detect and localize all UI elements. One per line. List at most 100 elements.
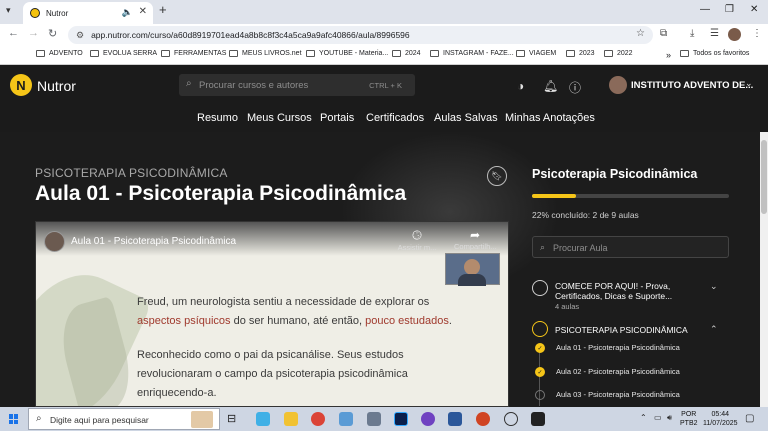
notifications-icon[interactable]: ▢: [745, 413, 754, 424]
download-icon[interactable]: ⤓: [690, 28, 694, 39]
presenter-body: [458, 274, 486, 286]
chrome-icon[interactable]: [311, 412, 325, 426]
sidebar-course-title: Psicoterapia Psicodinâmica: [532, 167, 698, 181]
profile-avatar[interactable]: [728, 28, 741, 41]
calculator-icon[interactable]: [367, 412, 381, 426]
nutror-logo-icon[interactable]: N: [10, 74, 32, 96]
chevron-down-icon[interactable]: ⌄: [745, 78, 753, 89]
url-text: app.nutror.com/curso/a60d8919701ead4a8b8…: [91, 30, 410, 40]
bookmark-item[interactable]: INSTAGRAM - FAZE...: [430, 50, 514, 57]
reload-icon[interactable]: ↻: [48, 27, 57, 40]
forward-icon[interactable]: →: [28, 27, 39, 39]
nav-resumo[interactable]: Resumo: [197, 112, 238, 124]
search-icon: ⌕: [540, 242, 546, 252]
folder-icon: [90, 50, 99, 57]
language-indicator[interactable]: POR PTB2: [680, 410, 698, 428]
taskbar-search-input[interactable]: ⌕ Digite aqui para pesquisar: [28, 408, 220, 430]
bookmark-item[interactable]: 2024: [392, 50, 421, 57]
more-bookmarks-icon[interactable]: »: [666, 50, 671, 60]
folder-icon: [229, 50, 238, 57]
tab-close-icon[interactable]: ✕: [139, 6, 147, 17]
nav-minhas-anotacoes[interactable]: Minhas Anotações: [505, 112, 595, 124]
taskbar-clock[interactable]: 05:44 11/07/2025: [703, 410, 738, 428]
course-search-input[interactable]: ⌕ Procurar cursos e autores CTRL + K: [179, 74, 415, 96]
module-status-icon: [532, 280, 548, 296]
windows-taskbar: ⌕ Digite aqui para pesquisar ⊟ ⌃ ▭ 🔊︎ PO…: [0, 407, 768, 431]
photoshop-icon[interactable]: [394, 412, 408, 426]
app-icon[interactable]: [531, 412, 545, 426]
app-icon[interactable]: [339, 412, 353, 426]
new-tab-icon[interactable]: +: [159, 2, 167, 17]
nav-certificados[interactable]: Certificados: [366, 112, 424, 124]
bookmark-item[interactable]: YOUTUBE - Materia...: [306, 50, 388, 57]
word-icon[interactable]: [448, 412, 462, 426]
bookmark-item[interactable]: ADVENTO: [36, 50, 83, 57]
presenter-face: [464, 259, 480, 275]
brand-name[interactable]: Nutror: [37, 78, 76, 94]
restore-icon[interactable]: ❐: [725, 4, 734, 15]
windows-start-icon[interactable]: [9, 414, 19, 424]
address-bar[interactable]: ⚙ app.nutror.com/curso/a60d8919701ead4a8…: [68, 26, 653, 44]
notification-bell-icon[interactable]: 🔔︎: [543, 79, 558, 93]
share-button[interactable]: ➦ Compartilh...: [454, 228, 496, 251]
help-icon[interactable]: ⓘ: [569, 79, 581, 96]
chevron-up-icon[interactable]: ⌃: [710, 324, 718, 335]
module-comece-por-aqui[interactable]: COMECE POR AQUI! - Prova, Certificados, …: [532, 280, 729, 312]
powerpoint-icon[interactable]: [476, 412, 490, 426]
app-icon[interactable]: [421, 412, 435, 426]
lesson-item[interactable]: ✓ Aula 01 - Psicoterapia Psicodinâmica: [532, 340, 729, 356]
module-psicoterapia[interactable]: PSICOTERAPIA PSICODINÂMICA ⌃: [532, 321, 729, 339]
browser-tab[interactable]: Nutror 🔈 ✕: [23, 2, 153, 24]
slide-text: enriquecendo-a.: [137, 387, 217, 399]
lesson-item-label: Aula 02 - Psicoterapia Psicodinâmica: [556, 367, 680, 376]
save-lesson-icon[interactable]: 🔖︎: [487, 166, 507, 186]
video-player[interactable]: Aula 01 - Psicoterapia Psicodinâmica 🕓︎ …: [35, 221, 509, 407]
theme-toggle-icon[interactable]: ◑: [517, 79, 524, 93]
channel-avatar[interactable]: [44, 231, 65, 252]
file-explorer-icon[interactable]: [284, 412, 298, 426]
window-close-icon[interactable]: ✕: [750, 4, 758, 15]
scrollbar-thumb[interactable]: [761, 140, 767, 214]
app-icon[interactable]: [504, 412, 518, 426]
task-view-icon[interactable]: ⊟: [227, 412, 241, 426]
nav-portais[interactable]: Portais: [320, 112, 354, 124]
reading-list-icon[interactable]: ☰: [710, 28, 719, 39]
browser-tab-strip: ▾ Nutror 🔈 ✕ + — ❐ ✕: [0, 0, 768, 24]
site-info-icon[interactable]: ⚙: [76, 30, 84, 41]
network-icon[interactable]: ▭: [654, 413, 662, 422]
nutror-favicon-icon: [30, 8, 40, 18]
lesson-item[interactable]: Aula 03 - Psicoterapia Psicodinâmica: [532, 387, 729, 403]
account-name[interactable]: INSTITUTO ADVENTO DE...: [631, 80, 753, 91]
page-scrollbar[interactable]: [760, 132, 768, 407]
tray-overflow-icon[interactable]: ⌃: [640, 413, 647, 422]
back-icon[interactable]: ←: [8, 27, 19, 39]
share-icon: ➦: [469, 228, 481, 242]
volume-icon[interactable]: 🔊︎: [667, 413, 672, 423]
bookmark-item[interactable]: MEUS LIVROS.net: [229, 50, 302, 57]
lesson-search-input[interactable]: ⌕ Procurar Aula: [532, 236, 729, 258]
bookmark-item[interactable]: FERRAMENTAS: [161, 50, 226, 57]
copilot-icon[interactable]: [256, 412, 270, 426]
bookmark-item[interactable]: 2022: [604, 50, 633, 57]
nav-meus-cursos[interactable]: Meus Cursos: [247, 112, 312, 124]
tab-search-icon[interactable]: ▾: [6, 5, 11, 16]
all-bookmarks[interactable]: Todos os favoritos: [680, 50, 749, 57]
video-title[interactable]: Aula 01 - Psicoterapia Psicodinâmica: [71, 236, 236, 247]
bookmark-item[interactable]: 2023: [566, 50, 595, 57]
nav-aulas-salvas[interactable]: Aulas Salvas: [434, 112, 498, 124]
search-icon: ⌕: [186, 78, 192, 89]
account-avatar[interactable]: [609, 76, 627, 94]
bookmark-item[interactable]: EVOLUA SERRA: [90, 50, 157, 57]
slide-text: Freud, um neurologista sentiu a necessid…: [137, 296, 430, 308]
check-icon: ✓: [535, 343, 545, 353]
watch-later-button[interactable]: 🕓︎ Assistir m...: [396, 228, 438, 252]
speaker-icon[interactable]: 🔈: [122, 7, 133, 18]
minimize-icon[interactable]: —: [700, 4, 710, 15]
chevron-down-icon[interactable]: ⌄: [710, 281, 718, 292]
lesson-item[interactable]: ✓ Aula 02 - Psicoterapia Psicodinâmica: [532, 364, 729, 380]
bookmark-star-icon[interactable]: ☆: [636, 28, 645, 39]
bookmark-item[interactable]: VIAGEM: [516, 50, 556, 57]
extensions-icon[interactable]: ⧉: [660, 28, 667, 39]
browser-menu-icon[interactable]: ⋮: [752, 28, 762, 39]
browser-toolbar: ← → ↻ ⚙ app.nutror.com/curso/a60d8919701…: [0, 24, 768, 46]
